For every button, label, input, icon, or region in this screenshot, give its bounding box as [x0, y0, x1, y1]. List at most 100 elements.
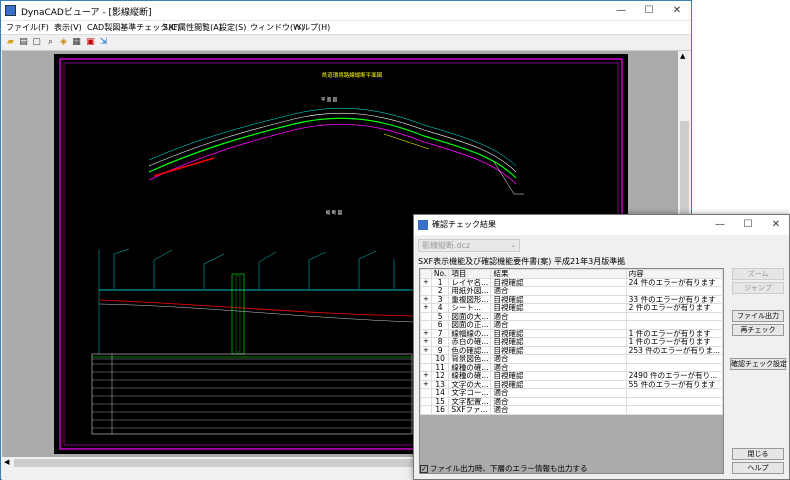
- menu-help[interactable]: ヘルプ(H): [294, 22, 330, 33]
- results-grid[interactable]: No. 項目 結果 内容 +1 レイヤ名... 目視確認 24 件のエラーが有ります 2…: [419, 268, 724, 474]
- dialog-minimize-button[interactable]: —: [706, 215, 734, 234]
- row-expand-toggle[interactable]: +: [420, 379, 432, 389]
- row-expand-toggle[interactable]: +: [420, 303, 432, 313]
- recheck-button[interactable]: 再チェック: [732, 324, 784, 336]
- table-row[interactable]: 5 図面の大... 適合: [420, 311, 723, 321]
- window-title: DynaCADビューア - [影線縦断]: [21, 8, 152, 18]
- check-icon[interactable]: ▣: [85, 37, 96, 48]
- row-item: 線種の確...: [448, 371, 492, 381]
- row-item: SXFファ...: [448, 405, 492, 415]
- row-no: 10: [430, 354, 450, 364]
- col-no[interactable]: No.: [430, 269, 450, 279]
- row-expand-toggle[interactable]: [420, 362, 432, 372]
- table-row[interactable]: 14 文字コー... 適合: [420, 388, 723, 398]
- table-row[interactable]: +12 線種の確... 目視確認 2490 件のエラーが有り...: [420, 371, 723, 381]
- row-expand-toggle[interactable]: +: [420, 328, 432, 338]
- print-icon[interactable]: ▤: [18, 37, 29, 48]
- table-row[interactable]: 11 線種の確... 適合: [420, 362, 723, 372]
- row-result: 目視確認: [490, 294, 627, 304]
- table-row[interactable]: 15 文字配置... 適合: [420, 396, 723, 406]
- minimize-button[interactable]: —: [607, 1, 635, 20]
- table-row[interactable]: +4 シート... 目視確認 2 件のエラーが有ります: [420, 303, 723, 313]
- row-item: 重複図形...: [448, 294, 492, 304]
- table-row[interactable]: 16 SXFファ... 適合: [420, 405, 723, 415]
- maximize-button[interactable]: ☐: [635, 1, 663, 20]
- preview-icon[interactable]: ▢: [31, 37, 42, 48]
- file-select[interactable]: 影線縦断.dcz ⌄: [418, 239, 520, 252]
- table-row[interactable]: 2 用紙外図... 適合: [420, 286, 723, 296]
- dialog-maximize-button[interactable]: ☐: [734, 215, 762, 234]
- table-row[interactable]: +7 線幅線の... 目視確認 1 件のエラーが有ります: [420, 328, 723, 338]
- row-expand-toggle[interactable]: +: [420, 345, 432, 355]
- row-expand-toggle[interactable]: +: [420, 294, 432, 304]
- col-result[interactable]: 結果: [490, 269, 627, 279]
- menu-settings[interactable]: 設定(S): [219, 22, 246, 33]
- jump-button[interactable]: ジャンプ: [732, 282, 784, 294]
- row-result: 目視確認: [490, 328, 627, 338]
- row-expand-toggle[interactable]: +: [420, 337, 432, 347]
- row-detail: [625, 405, 723, 415]
- row-result: 適合: [490, 286, 627, 296]
- file-output-button[interactable]: ファイル出力: [732, 310, 784, 322]
- row-expand-toggle[interactable]: +: [420, 371, 432, 381]
- scroll-left-icon[interactable]: ◀: [4, 458, 9, 466]
- check-settings-button[interactable]: 確認チェック設定: [730, 358, 787, 370]
- row-detail: [625, 388, 723, 398]
- row-no: 13: [430, 379, 450, 389]
- row-result: 目視確認: [490, 371, 627, 381]
- menu-sxf-attributes[interactable]: SXF属性閲覧(A): [163, 22, 222, 33]
- row-item: 線幅線の...: [448, 328, 492, 338]
- row-no: 5: [430, 311, 450, 321]
- zoom-button[interactable]: ズーム: [732, 268, 784, 280]
- row-item: 図面の大...: [448, 311, 492, 321]
- attribute-icon[interactable]: ▦: [71, 37, 82, 48]
- row-result: 目視確認: [490, 277, 627, 287]
- check-result-dialog: 確認チェック結果 — ☐ ✕ 影線縦断.dcz ⌄ SXF表示機能及び確認機能要…: [413, 214, 790, 480]
- help-button[interactable]: ヘルプ: [732, 462, 784, 474]
- row-expand-toggle[interactable]: [420, 311, 432, 321]
- row-no: 4: [430, 303, 450, 313]
- table-row[interactable]: +9 色の確認... 目視確認 253 件のエラーが有りま...: [420, 345, 723, 355]
- row-expand-toggle[interactable]: [420, 396, 432, 406]
- col-detail[interactable]: 内容: [625, 269, 723, 279]
- table-row[interactable]: +8 赤白の確... 目視確認 1 件のエラーが有ります: [420, 337, 723, 347]
- row-expand-toggle[interactable]: [420, 405, 432, 415]
- dialog-close-button[interactable]: ✕: [762, 215, 790, 234]
- close-dialog-button[interactable]: 閉じる: [732, 448, 784, 460]
- output-checkbox[interactable]: ✓: [420, 465, 428, 473]
- row-no: 11: [430, 362, 450, 372]
- row-item: 赤白の確...: [448, 337, 492, 347]
- menu-view[interactable]: 表示(V): [54, 22, 82, 33]
- row-detail: 33 件のエラーが有ります: [625, 294, 723, 304]
- scroll-up-icon[interactable]: ▲: [680, 52, 685, 60]
- row-expand-toggle[interactable]: [420, 388, 432, 398]
- row-expand-toggle[interactable]: [420, 286, 432, 296]
- toolbar: ▰ ▤ ▢ ⌕ ◈ ▦ ▣ ⇲: [1, 35, 691, 51]
- row-item: シート...: [448, 303, 492, 313]
- layer-icon[interactable]: ◈: [58, 37, 69, 48]
- row-detail: 55 件のエラーが有ります: [625, 379, 723, 389]
- open-icon[interactable]: ▰: [5, 37, 16, 48]
- row-detail: [625, 320, 723, 330]
- table-row[interactable]: +3 重複図形... 目視確認 33 件のエラーが有ります: [420, 294, 723, 304]
- export-icon[interactable]: ⇲: [98, 37, 109, 48]
- zoom-icon[interactable]: ⌕: [45, 37, 56, 48]
- row-no: 2: [430, 286, 450, 296]
- table-row[interactable]: 10 背景図色... 適合: [420, 354, 723, 364]
- row-no: 15: [430, 396, 450, 406]
- row-no: 3: [430, 294, 450, 304]
- dialog-title-bar[interactable]: 確認チェック結果 — ☐ ✕: [414, 215, 789, 235]
- title-bar[interactable]: DynaCADビューア - [影線縦断] — ☐ ✕: [1, 1, 691, 21]
- menu-bar: ファイル(F) 表示(V) CAD製図基準チェック(C) SXF属性閲覧(A) …: [1, 21, 691, 35]
- header-row: No. 項目 結果 内容: [420, 269, 723, 279]
- table-row[interactable]: 6 図面の正... 適合: [420, 320, 723, 330]
- menu-file[interactable]: ファイル(F): [6, 22, 49, 33]
- close-button[interactable]: ✕: [663, 1, 691, 20]
- table-row[interactable]: +1 レイヤ名... 目視確認 24 件のエラーが有ります: [420, 277, 723, 287]
- col-item[interactable]: 項目: [448, 269, 492, 279]
- output-option[interactable]: ✓ ファイル出力時、下層のエラー情報も出力する: [420, 463, 588, 474]
- row-expand-toggle[interactable]: [420, 320, 432, 330]
- row-expand-toggle[interactable]: [420, 354, 432, 364]
- table-row[interactable]: +13 文字の大... 目視確認 55 件のエラーが有ります: [420, 379, 723, 389]
- row-expand-toggle[interactable]: +: [420, 277, 432, 287]
